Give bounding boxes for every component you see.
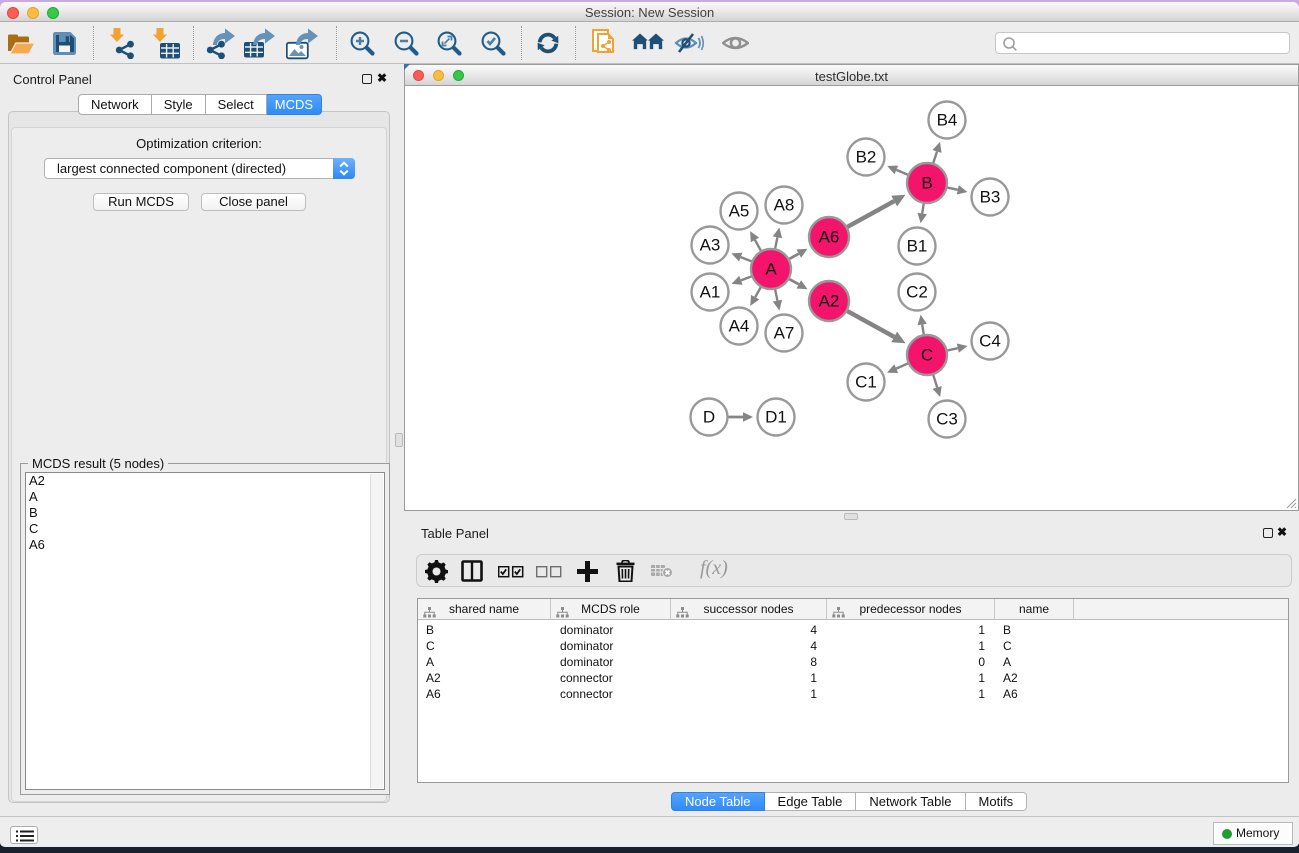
- svg-text:B3: B3: [980, 188, 1001, 207]
- svg-text:B2: B2: [856, 148, 877, 167]
- svg-text:D1: D1: [765, 408, 787, 427]
- svg-text:A3: A3: [700, 236, 721, 255]
- svg-text:C: C: [921, 346, 933, 365]
- svg-text:D: D: [703, 408, 715, 427]
- svg-text:B1: B1: [907, 237, 928, 256]
- svg-text:C1: C1: [855, 373, 877, 392]
- svg-text:A5: A5: [729, 202, 750, 221]
- svg-text:A7: A7: [774, 324, 795, 343]
- svg-text:A4: A4: [729, 317, 750, 336]
- svg-text:A8: A8: [774, 196, 795, 215]
- svg-text:A2: A2: [819, 292, 840, 311]
- svg-text:A6: A6: [819, 228, 840, 247]
- svg-text:C3: C3: [936, 410, 958, 429]
- svg-text:B: B: [921, 174, 932, 193]
- svg-text:A: A: [765, 260, 777, 279]
- svg-text:B4: B4: [937, 111, 958, 130]
- svg-text:A1: A1: [700, 283, 721, 302]
- svg-text:C4: C4: [979, 332, 1001, 351]
- svg-text:C2: C2: [906, 283, 928, 302]
